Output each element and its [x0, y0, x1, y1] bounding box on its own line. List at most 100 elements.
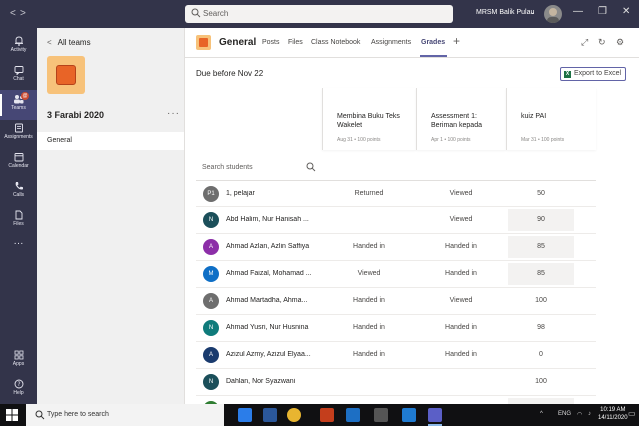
student-name[interactable]: 1, pelajar [226, 190, 321, 197]
all-teams-label: All teams [57, 38, 91, 47]
tray-chevron-icon[interactable]: ^ [540, 411, 543, 417]
channel-title: General [219, 37, 257, 48]
appbar-label: Teams [11, 105, 26, 111]
appbar-label: Apps [12, 361, 25, 367]
score-cell[interactable]: 85 [508, 263, 574, 285]
score-value: 100 [535, 297, 547, 304]
student-name[interactable]: Ahmad Faizal, Mohamad ... [226, 270, 321, 277]
edge-icon[interactable] [238, 408, 252, 422]
assignment-detail: Apr 1 • 100 points [431, 137, 471, 143]
close-icon[interactable]: ✕ [622, 6, 630, 17]
appbar-item-calendar[interactable]: Calendar [0, 148, 37, 178]
team-panel: < All teams 3 Farabi 2020 ··· General [37, 28, 185, 404]
grade-cell[interactable]: Viewed [416, 190, 506, 197]
clock[interactable]: 10:19 AM 14/11/2020 [598, 406, 628, 422]
student-name[interactable]: Ahmad Yusri, Nur Husnina [226, 324, 321, 331]
appbar-item-files[interactable]: Files [0, 206, 37, 236]
assignment-column-header[interactable]: Assessment 1: Beriman kepada Apr 1 • 100… [416, 88, 506, 150]
forward-nav-icon[interactable]: > [20, 8, 26, 19]
language-indicator[interactable]: ENG [558, 411, 571, 417]
files-icon [15, 210, 22, 220]
grade-cell[interactable]: Handed in [416, 324, 506, 331]
clock-date: 14/11/2020 [598, 415, 628, 421]
assignment-column-header[interactable]: kuiz PAI Mar 31 • 100 points [506, 88, 596, 150]
global-search-input[interactable]: Search [185, 5, 453, 23]
grade-cell[interactable]: Handed in [322, 351, 416, 358]
appbar-item-activity[interactable]: Activity [0, 32, 37, 62]
expand-icon[interactable]: ⤢ [581, 37, 588, 48]
grade-cell[interactable]: Viewed [416, 216, 506, 223]
due-filter-label: Due before Nov 22 [196, 69, 264, 78]
appbar-item-help[interactable]: ? Help [0, 375, 37, 405]
score-cell[interactable]: 50 [508, 183, 574, 205]
store-icon[interactable] [346, 408, 360, 422]
score-cell[interactable]: 0 [508, 344, 574, 366]
tab-files[interactable]: Files [288, 39, 303, 46]
score-cell[interactable]: 90 [508, 209, 574, 231]
assignment-column-header[interactable]: Membina Buku Teks Wakelet Aug 31 • 100 p… [322, 88, 416, 150]
calculator-icon[interactable] [374, 408, 388, 422]
grade-cell[interactable]: Handed in [416, 270, 506, 277]
score-cell[interactable]: 98 [508, 317, 574, 339]
tab-assignments[interactable]: Assignments [371, 39, 411, 46]
score-cell[interactable]: 100 [508, 371, 574, 393]
all-teams-link[interactable]: < All teams [47, 38, 91, 47]
word-icon[interactable] [263, 408, 277, 422]
help-icon: ? [14, 379, 23, 389]
channel-item-general[interactable]: General [37, 132, 184, 150]
table-row: N Abd Halim, Nur Hanisah ... Viewed 90 [196, 207, 596, 234]
team-logo-small [196, 35, 211, 50]
appbar-item-teams[interactable]: @ Teams [0, 90, 37, 120]
windows-start-icon[interactable] [6, 409, 18, 421]
student-name[interactable]: Ahmad Martadha, Ahma... [226, 297, 321, 304]
appbar-label: Calls [12, 192, 25, 198]
team-more-options-icon[interactable]: ··· [167, 108, 180, 119]
student-avatar: N [203, 212, 219, 228]
grade-cell[interactable]: Viewed [416, 297, 506, 304]
volume-icon[interactable]: ♪ [588, 411, 591, 417]
search-students-input[interactable]: Search students [202, 164, 253, 171]
back-nav-icon[interactable]: < [10, 8, 16, 19]
appbar-item-assignments[interactable]: Assignments [0, 119, 37, 149]
powerpoint-icon[interactable] [320, 408, 334, 422]
teams-taskbar-icon[interactable] [428, 408, 442, 426]
channel-header: General Posts Files Class Notebook Assig… [185, 28, 639, 58]
calendar-icon [14, 153, 23, 162]
wifi-icon[interactable]: ◠ [577, 411, 582, 418]
refresh-icon[interactable]: ↻ [598, 37, 606, 48]
grade-cell[interactable]: Handed in [322, 297, 416, 304]
grade-cell[interactable]: Handed in [416, 243, 506, 250]
add-tab-icon[interactable]: + [453, 34, 460, 48]
student-name[interactable]: Ahmad Azlan, Azlin Saffiya [226, 243, 321, 250]
appbar-item-apps[interactable]: Apps [0, 346, 37, 376]
mail-icon[interactable] [402, 408, 416, 422]
export-to-excel-button[interactable]: X Export to Excel [560, 67, 626, 81]
student-name[interactable]: Azizul Azmy, Azizul Elyaa... [226, 351, 321, 358]
grade-cell[interactable]: Handed in [416, 351, 506, 358]
tab-posts[interactable]: Posts [262, 39, 280, 46]
appbar-item-chat[interactable]: Chat [0, 61, 37, 91]
chevron-down-icon[interactable]: ⌄ [530, 9, 535, 16]
student-name[interactable]: Dahlan, Nor Syazwani [226, 378, 321, 385]
user-name[interactable]: MRSM Balik Pulau [476, 9, 534, 16]
avatar[interactable] [544, 5, 562, 23]
taskbar-search-input[interactable]: Type here to search [26, 404, 224, 426]
student-name[interactable]: Abd Halim, Nur Hanisah ... [226, 216, 321, 223]
appbar-more-icon[interactable]: ··· [0, 238, 37, 256]
search-icon[interactable] [306, 162, 316, 172]
grade-cell[interactable]: Viewed [322, 270, 416, 277]
tab-class-notebook[interactable]: Class Notebook [311, 39, 360, 46]
score-cell[interactable]: 100 [508, 290, 574, 312]
settings-icon[interactable]: ⚙ [616, 37, 624, 48]
chrome-icon[interactable] [287, 408, 301, 422]
notifications-icon[interactable]: ▭ [628, 409, 636, 418]
appbar-item-calls[interactable]: Calls [0, 177, 37, 207]
grade-cell[interactable]: Returned [322, 190, 416, 197]
score-cell[interactable]: 85 [508, 236, 574, 258]
table-row: N Ahmad Yusri, Nur Husnina Handed in Handed… [196, 315, 596, 342]
grade-cell[interactable]: Handed in [322, 243, 416, 250]
grade-cell[interactable]: Handed in [322, 324, 416, 331]
tab-grades[interactable]: Grades [421, 39, 445, 46]
minimize-icon[interactable]: — [573, 6, 583, 17]
restore-icon[interactable]: ❐ [598, 6, 607, 17]
